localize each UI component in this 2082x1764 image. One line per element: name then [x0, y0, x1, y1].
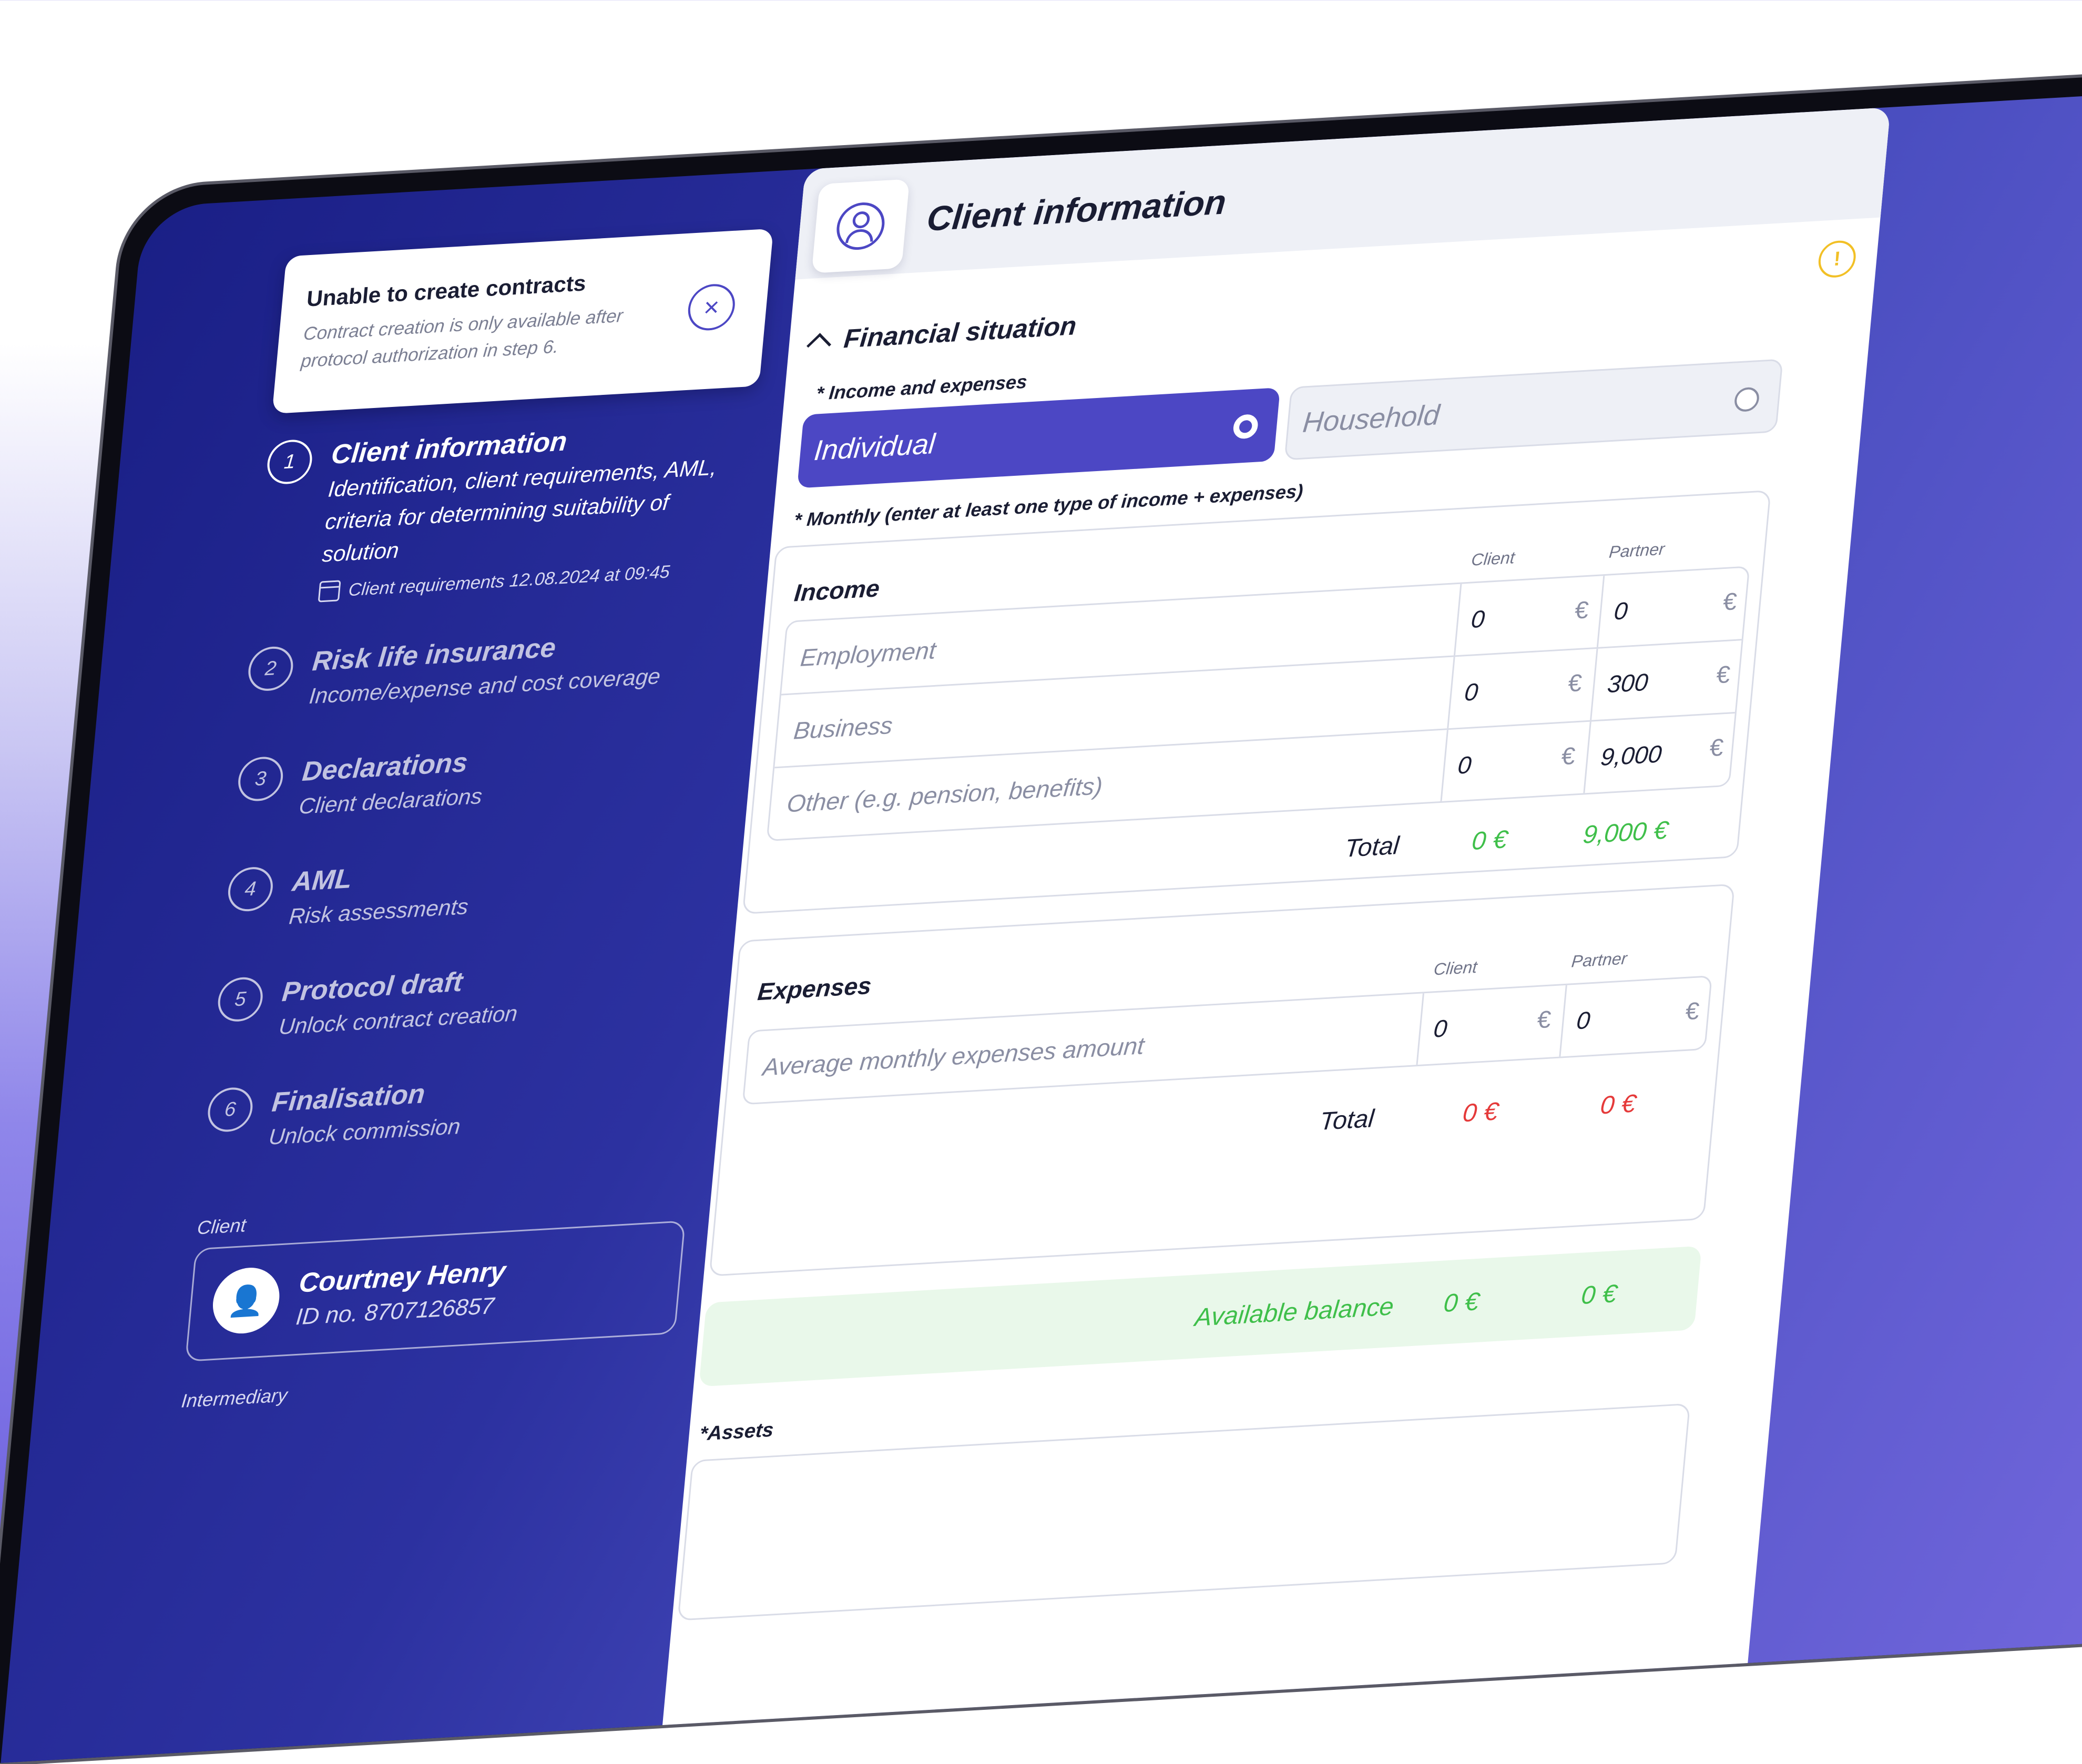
row-label: Other (e.g. pension, benefits) — [785, 772, 1104, 818]
client-amount-input[interactable]: 0 € — [1440, 721, 1590, 802]
row-label: Business — [792, 711, 894, 745]
col-partner: Partner — [1608, 539, 1666, 562]
client-name: Courtney Henry — [298, 1256, 507, 1299]
cell-value: 9,000 — [1599, 740, 1663, 771]
notice-card: Unable to create contracts Contract crea… — [272, 228, 774, 414]
col-client: Client — [1433, 957, 1478, 979]
step-date-text: Client requirements 12.08.2024 at 09:45 — [348, 561, 671, 600]
col-partner: Partner — [1570, 949, 1628, 971]
step-client-information[interactable]: 1 Client information Identification, cli… — [254, 412, 757, 606]
app-screen: Unable to create contracts Contract crea… — [1, 81, 2082, 1763]
assets-box — [677, 1403, 1691, 1621]
option-individual[interactable]: Individual — [797, 388, 1281, 488]
cell-value: 0 — [1432, 1014, 1448, 1043]
col-client: Client — [1471, 548, 1516, 569]
client-amount-input[interactable]: 0 € — [1447, 648, 1597, 729]
euro-icon: € — [1722, 587, 1738, 616]
client-icon — [811, 179, 910, 273]
partner-amount-input[interactable]: 9,000 € — [1583, 713, 1738, 793]
notice-title: Unable to create contracts — [305, 270, 587, 311]
step-protocol-draft[interactable]: 5 Protocol draft Unlock contract creatio… — [214, 950, 707, 1047]
cell-value: 300 — [1606, 668, 1650, 698]
chevron-up-icon — [807, 332, 832, 358]
income-rows: Employment 0 € 0 € Business 0 € 300 € Ot… — [766, 566, 1750, 842]
intermediary-label: Intermediary — [180, 1384, 289, 1412]
table-row: Average monthly expenses amount 0 € 0 € — [744, 976, 1713, 1103]
page-title: Client information — [925, 182, 1228, 238]
partner-amount-input[interactable]: 0 € — [1559, 976, 1713, 1057]
user-circle-icon — [834, 201, 887, 251]
expenses-total-label: Total — [1318, 1105, 1375, 1136]
assets-label: *Assets — [698, 1419, 775, 1445]
section-financial-situation[interactable]: Financial situation — [807, 310, 1078, 358]
step-risk-life-insurance[interactable]: 2 Risk life insurance Income/expense and… — [244, 619, 738, 716]
cell-value: 0 — [1456, 751, 1473, 779]
client-amount-input[interactable]: 0 € — [1453, 576, 1604, 656]
income-total-label: Total — [1343, 832, 1401, 863]
euro-icon: € — [1708, 733, 1725, 762]
option-individual-label: Individual — [812, 428, 937, 467]
step-number: 6 — [206, 1086, 255, 1133]
balance-client: 0 € — [1442, 1288, 1481, 1318]
expenses-box: Expenses Client Partner Average monthly … — [709, 883, 1736, 1277]
calendar-icon — [318, 580, 341, 603]
step-number: 5 — [216, 976, 265, 1023]
radio-selected-icon — [1232, 414, 1259, 440]
cell-value: 0 — [1612, 597, 1629, 625]
expenses-total-partner: 0 € — [1599, 1089, 1637, 1120]
client-id: ID no. 8707126857 — [294, 1293, 496, 1330]
cell-value: 0 — [1575, 1006, 1591, 1035]
cell-value: 0 — [1469, 605, 1486, 634]
step-number: 2 — [246, 645, 295, 692]
balance-label: Available balance — [1193, 1292, 1395, 1332]
step-number: 3 — [236, 756, 285, 802]
radio-empty-icon — [1733, 386, 1760, 413]
laptop-frame: Unable to create contracts Contract crea… — [0, 62, 2082, 1764]
warning-icon[interactable]: ! — [1816, 239, 1858, 279]
option-household-label: Household — [1301, 399, 1441, 439]
option-household[interactable]: Household — [1284, 359, 1783, 461]
row-label: Average monthly expenses amount — [761, 1032, 1146, 1081]
client-amount-input[interactable]: 0 € — [1416, 985, 1566, 1065]
euro-icon: € — [1574, 596, 1590, 624]
income-total-partner: 9,000 € — [1581, 816, 1669, 849]
cell-value: 0 — [1463, 678, 1479, 706]
step-aml[interactable]: 4 AML Risk assessments — [224, 840, 717, 937]
section-title: Financial situation — [842, 311, 1078, 354]
partner-amount-input[interactable]: 300 € — [1590, 640, 1745, 720]
expenses-title: Expenses — [756, 971, 873, 1006]
expenses-rows: Average monthly expenses amount 0 € 0 € — [742, 975, 1713, 1105]
euro-icon: € — [1536, 1005, 1553, 1034]
client-card[interactable]: 👤 Courtney Henry ID no. 8707126857 — [185, 1220, 686, 1362]
step-list: 1 Client information Identification, cli… — [200, 412, 757, 1198]
step-number: 1 — [265, 439, 314, 485]
main-panel: Client information ! Financial situation… — [660, 107, 1891, 1744]
income-expenses-label: * Income and expenses — [815, 370, 1028, 404]
close-icon[interactable]: × — [686, 282, 737, 332]
panel-header: Client information — [795, 107, 1891, 280]
user-icon: 👤 — [210, 1266, 282, 1335]
balance-partner: 0 € — [1580, 1280, 1618, 1310]
income-total-client: 0 € — [1471, 825, 1509, 856]
income-title: Income — [793, 574, 881, 607]
euro-icon: € — [1715, 660, 1731, 689]
euro-icon: € — [1560, 741, 1577, 770]
euro-icon: € — [1567, 669, 1584, 697]
partner-amount-input[interactable]: 0 € — [1596, 567, 1750, 647]
euro-icon: € — [1684, 996, 1701, 1025]
income-box: Income Client Partner Employment 0 € 0 € — [742, 490, 1771, 914]
expenses-total-client: 0 € — [1461, 1097, 1499, 1128]
notice-text: Contract creation is only available afte… — [300, 305, 624, 372]
client-label: Client — [196, 1214, 247, 1239]
step-number: 4 — [226, 865, 275, 913]
row-label: Employment — [799, 636, 937, 671]
step-declarations[interactable]: 3 Declarations Client declarations — [234, 729, 727, 827]
step-finalisation[interactable]: 6 Finalisation Unlock commission — [204, 1060, 697, 1157]
